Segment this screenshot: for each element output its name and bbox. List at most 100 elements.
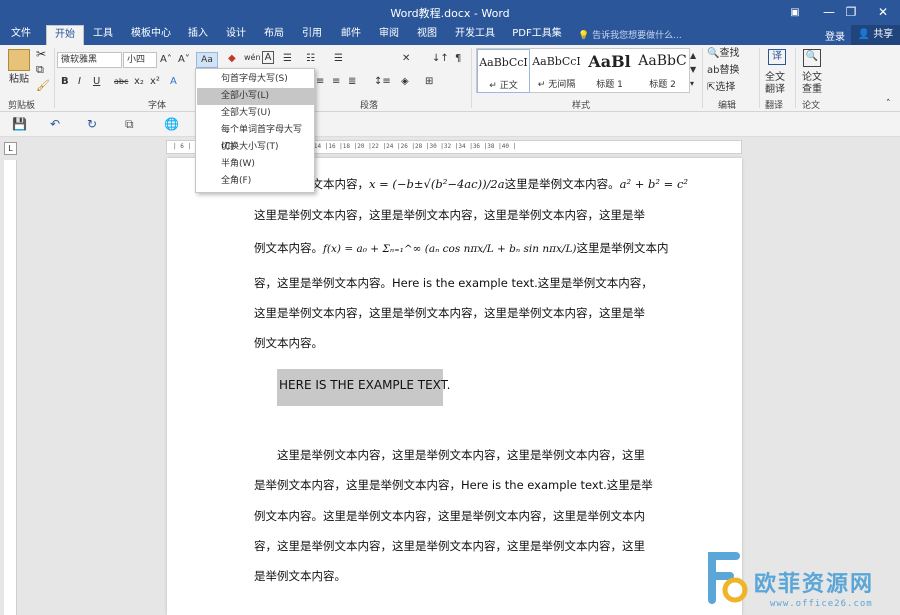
tab-developer[interactable]: 开发工具 [452,25,498,45]
layout-icon[interactable]: ⧉ [125,117,134,132]
styles-scroll-down-icon[interactable]: ▼ [690,63,696,77]
menu-item-half-width[interactable]: 半角(W) [197,156,314,173]
menu-item-toggle-case[interactable]: 切换大小写(T) [197,139,314,156]
menu-item-lowercase[interactable]: 全部小写(L) [197,88,314,105]
ribbon-display-icon[interactable]: ▣ [778,0,812,25]
tab-selector-icon[interactable]: L [4,142,17,155]
menu-item-uppercase[interactable]: 全部大写(U) [197,105,314,122]
translate-icon[interactable]: 译 [768,49,786,65]
paper-line2[interactable]: 查重 [802,83,822,97]
paste-button[interactable]: 粘贴 [9,73,29,87]
numbering-icon[interactable]: ☷ [306,52,315,66]
tab-pdf-tools[interactable]: PDF工具集 [508,25,566,45]
share-button[interactable]: 👤 共享 [851,25,900,45]
pythagorean-formula: a² + b² = c² [619,177,688,191]
style-name: ↵ 正文 [489,81,518,91]
selected-text[interactable]: HERE IS THE EXAMPLE TEXT. [279,378,450,392]
tab-insert[interactable]: 插入 [183,25,213,45]
strikethrough-button[interactable]: abc [114,75,128,89]
translate-line2[interactable]: 翻译 [765,83,785,97]
select-button[interactable]: ⇱选择 [707,81,735,95]
style-normal[interactable]: AaBbCcI ↵ 正文 [477,49,530,93]
styles-scroll-up-icon[interactable]: ▲ [690,49,696,63]
format-painter-icon[interactable]: 🖌 [36,79,50,93]
close-button[interactable]: ✕ [866,0,900,25]
style-no-spacing[interactable]: AaBbCcI ↵ 无间隔 [530,49,583,93]
styles-more-icon[interactable]: ▾ [690,77,694,91]
borders-icon[interactable]: ⊞ [425,75,433,89]
doc-text: 这里是举例文本内容。 [504,177,620,191]
italic-button[interactable]: I [78,75,81,89]
undo-icon[interactable]: ↶ [50,117,60,131]
menu-item-capitalize-each-word[interactable]: 每个单词首字母大写(C) [197,122,314,152]
paste-icon[interactable] [8,49,30,71]
doc-line-5: 这里是举例文本内容，这里是举例文本内容，这里是举例文本内容，这里是举 [254,306,645,320]
tab-tools[interactable]: 工具 [88,25,118,45]
vertical-ruler[interactable] [4,160,17,615]
multilevel-list-icon[interactable]: ☰ [334,52,343,66]
document-page[interactable]: 这里是举例文本内容，x = (−b±√(b²−4ac))/2a这里是举例文本内容… [167,158,742,615]
style-preview: AaBbC [638,53,687,69]
doc-line-3: 例文本内容。f(x) = a₀ + Σₙ₌₁^∞ (aₙ cos nπx/L +… [254,240,669,256]
tab-layout[interactable]: 布局 [259,25,289,45]
menu-item-sentence-case[interactable]: 句首字母大写(S) [197,71,314,88]
lightbulb-icon: 💡 [578,31,590,41]
find-button[interactable]: 🔍查找 [707,47,739,61]
login-link[interactable]: 登录 [825,28,845,43]
style-preview: AaBbCcI [479,56,528,69]
superscript-button[interactable]: x² [150,75,160,89]
font-name-combo[interactable]: 微软雅黑 [57,52,122,68]
tab-mailings[interactable]: 邮件 [336,25,366,45]
clear-format-icon[interactable]: ◆ [228,52,236,66]
save-icon[interactable]: 💾 [12,117,27,131]
text-effects-icon[interactable]: A [170,75,177,89]
copy-icon[interactable]: ⧉ [36,63,44,77]
doc-line-1: 这里是举例文本内容，x = (−b±√(b²−4ac))/2a这里是举例文本内容… [254,176,688,192]
show-marks-icon[interactable]: ¶ [455,52,461,66]
menu-item-full-width[interactable]: 全角(F) [197,173,314,190]
tab-review[interactable]: 审阅 [374,25,404,45]
line-spacing-icon[interactable]: ↕≡ [374,75,391,89]
align-center-icon[interactable]: ≡ [332,75,340,89]
replace-button[interactable]: ab替换 [707,64,739,78]
chinese-layout-icon[interactable]: ✕ [402,52,410,66]
clipboard-group-label: 剪贴板 [8,101,36,111]
select-label: 选择 [715,82,736,93]
cut-icon[interactable]: ✂ [36,47,46,61]
align-justify-icon[interactable]: ≣ [348,75,356,89]
grow-font-icon[interactable]: A˄ [160,53,172,67]
translate-group-label: 翻译 [765,101,784,111]
tab-home[interactable]: 开始 [46,25,84,45]
replace-icon: ab [707,65,720,76]
sort-icon[interactable]: ↓↑ [432,52,449,66]
tab-template-center[interactable]: 模板中心 [126,25,176,45]
redo-icon[interactable]: ↻ [87,117,97,131]
tell-me-search[interactable]: 💡 告诉我您想要做什么... [578,28,682,41]
shading-icon[interactable]: ◈ [401,75,409,89]
paper-check-icon[interactable]: 🔍 [803,49,821,67]
style-heading-1[interactable]: AaBl 标题 1 [583,49,636,93]
tab-design[interactable]: 设计 [221,25,251,45]
styles-gallery: AaBbCcI ↵ 正文 AaBbCcI ↵ 无间隔 AaBl 标题 1 AaB… [476,48,690,93]
replace-label: 替换 [719,65,740,76]
subscript-button[interactable]: x₂ [134,75,144,89]
tab-references[interactable]: 引用 [297,25,327,45]
style-heading-2[interactable]: AaBbC 标题 2 [636,49,689,93]
editing-group-label: 编辑 [718,101,737,111]
align-left-icon[interactable]: ≡ [316,75,324,89]
change-case-button[interactable]: Aa [196,52,218,68]
tab-view[interactable]: 视图 [412,25,442,45]
shrink-font-icon[interactable]: A˅ [178,53,190,67]
bold-button[interactable]: B [61,75,69,89]
tab-file[interactable]: 文件 [4,25,38,45]
web-icon[interactable]: 🌐 [164,117,179,131]
underline-button[interactable]: U [93,75,100,89]
collapse-ribbon-icon[interactable]: ˄ [886,97,891,111]
font-size-combo[interactable]: 小四 [123,52,157,68]
phonetic-guide-icon[interactable]: wén [244,51,261,65]
quadratic-formula: x = (−b±√(b²−4ac))/2a [369,177,505,191]
char-border-icon[interactable]: A [262,51,274,64]
bullets-icon[interactable]: ☰ [283,52,292,66]
paper-group-label: 论文 [802,101,821,111]
restore-button[interactable]: ❐ [834,0,868,25]
